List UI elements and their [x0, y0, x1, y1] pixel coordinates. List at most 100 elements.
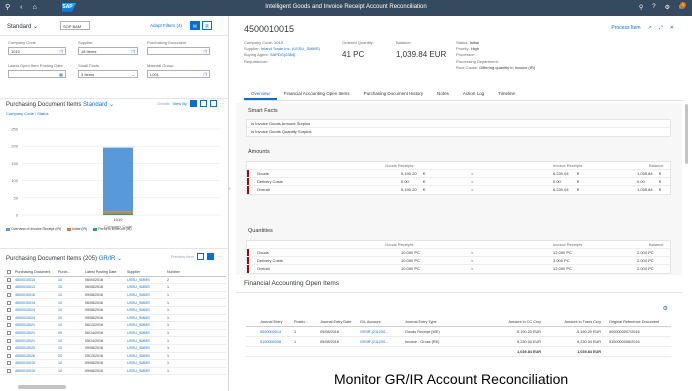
table-cell[interactable]: USSU_SMMS: [127, 301, 167, 305]
table-cell[interactable]: USSU_SMMS: [127, 323, 167, 327]
table-cell[interactable]: USSU_SMMS: [127, 339, 167, 343]
line-chart-button[interactable]: [200, 100, 207, 107]
fao-row[interactable]: 5100000008 1 09/08/2016 GR/IR (211200... Inv…: [246, 337, 671, 347]
view-by-button[interactable]: View By: [173, 101, 187, 106]
table-cell[interactable]: USSU_SMMS: [127, 369, 167, 373]
row-checkbox[interactable]: [7, 300, 11, 305]
details-link[interactable]: Details: [157, 101, 169, 106]
table-settings-gear-icon[interactable]: ⚙: [663, 305, 668, 312]
tab-timeline[interactable]: Timeline: [491, 89, 522, 100]
table-cell[interactable]: 4500010019: [15, 301, 58, 305]
legend-item[interactable]: Overview of Invoice Receipt (IR): [6, 227, 61, 231]
help-icon[interactable]: ?: [652, 4, 655, 11]
table-view-button[interactable]: [210, 100, 217, 107]
table-row[interactable]: 4500010024 20 09/08/2016 USSU_SMMS 1: [4, 315, 226, 323]
table-row[interactable]: 4500010021 20 06/14/2016 USSU_SMMS 1: [4, 330, 226, 338]
fact-value[interactable]: SAPDG(0384): [270, 52, 296, 57]
material-group-field[interactable]: L001 ❐: [147, 70, 210, 78]
table-cell[interactable]: 4500010015: [15, 278, 58, 282]
preview-item-button[interactable]: Preview Item: [171, 254, 194, 259]
row-checkbox[interactable]: [7, 315, 11, 320]
open-in-new-icon[interactable]: ↗: [648, 25, 652, 31]
column-header[interactable]: Journal Entry: [246, 320, 294, 324]
settings-button[interactable]: [207, 253, 214, 260]
table-cell[interactable]: 4500010024: [15, 308, 58, 312]
column-header[interactable]: Journal Entry Type: [405, 320, 485, 324]
column-header[interactable]: G/L Account: [360, 320, 405, 324]
bar-segment[interactable]: [103, 213, 133, 215]
table-cell[interactable]: USSU_SMMS: [127, 354, 167, 358]
close-icon[interactable]: ✕: [670, 25, 674, 31]
search-icon[interactable]: ⚲: [639, 4, 643, 11]
adapt-filters-button[interactable]: Adapt Filters (4): [150, 23, 182, 28]
row-checkbox[interactable]: [7, 369, 11, 374]
chart-variant-selector[interactable]: Standard ⌄: [83, 102, 114, 108]
row-checkbox[interactable]: [7, 293, 11, 298]
table-cell[interactable]: 4500010026: [15, 354, 58, 358]
table-cell[interactable]: USSU_SMMS: [127, 361, 167, 365]
row-checkbox[interactable]: [7, 277, 11, 282]
table-cell[interactable]: USSU_SMMS: [127, 293, 167, 297]
table-row[interactable]: 4500010015 10 06/04/2016 USSU_SMMS 2: [4, 277, 226, 285]
select-all-checkbox[interactable]: [7, 270, 11, 275]
calendar-icon[interactable]: ▦: [59, 72, 63, 77]
process-item-button[interactable]: Process Item: [611, 25, 640, 31]
purchasing-document-field[interactable]: ❐: [147, 47, 210, 55]
company-code-field[interactable]: 1010 ❐: [8, 47, 66, 55]
fullscreen-icon[interactable]: ⤢: [659, 25, 663, 31]
value-help-icon[interactable]: ❐: [203, 49, 207, 54]
table-variant-selector[interactable]: GR/IR ⌄: [99, 256, 122, 262]
column-header[interactable]: Purchasing Document: [15, 270, 58, 274]
column-header[interactable]: Original Reference Document: [601, 320, 671, 324]
posting-date-field[interactable]: ▦: [8, 70, 66, 78]
row-checkbox[interactable]: [7, 346, 11, 351]
table-cell[interactable]: 4500010025: [15, 346, 58, 350]
table-row[interactable]: 4500010021 10 05/14/2016 USSU_SMMS 1: [4, 337, 226, 345]
vertical-scrollbar[interactable]: [685, 104, 688, 164]
column-header[interactable]: Amount in CC Crcy: [485, 320, 542, 324]
fao-row[interactable]: 5000000014 1 09/08/2016 GR/IR (211200... Goo…: [246, 327, 671, 337]
row-checkbox[interactable]: [7, 353, 11, 358]
value-help-icon[interactable]: ❐: [59, 49, 63, 54]
horizontal-scrollbar[interactable]: [18, 385, 66, 389]
table-row[interactable]: 4500010026 20 05/13/2016 USSU_SMMS 1: [4, 353, 226, 361]
table-cell[interactable]: USSU_SMMS: [127, 331, 167, 335]
search-input[interactable]: SOP BAM: [60, 21, 90, 30]
sort-button[interactable]: [197, 253, 204, 260]
table-cell[interactable]: GR/IR (211200...: [360, 340, 405, 344]
table-row[interactable]: 4500010015 10 09/08/2016 USSU_SMMS 1: [4, 368, 226, 376]
row-checkbox[interactable]: [7, 338, 11, 343]
tab-purchasing-document-history[interactable]: Purchasing Document History: [357, 89, 431, 100]
row-checkbox[interactable]: [7, 331, 11, 336]
value-help-icon[interactable]: ❐: [131, 49, 135, 54]
table-cell[interactable]: 4500010021: [15, 339, 58, 343]
table-cell[interactable]: USSU_SMMS: [127, 285, 167, 289]
tab-action-log[interactable]: Action Log: [456, 89, 491, 100]
chevron-down-icon[interactable]: ⌄: [132, 72, 135, 77]
table-cell[interactable]: 4500010024: [15, 316, 58, 320]
tab-financial-accounting-open-items[interactable]: Financial Accounting Open Items: [277, 89, 357, 100]
table-cell[interactable]: 4500010021: [15, 331, 58, 335]
bar-segment[interactable]: [103, 147, 133, 212]
more-icon[interactable]: ⋯: [217, 254, 221, 259]
table-cell[interactable]: 4500010013: [15, 285, 58, 289]
table-row[interactable]: 4500010015 10 09/08/2016 USSU_SMMS 1: [4, 360, 226, 368]
table-row[interactable]: 4500010019 10 06/08/2016 USSU_SMMS 1: [4, 299, 226, 307]
table-row[interactable]: 4500010013 10 06/08/2016 USSU_SMMS 1: [4, 284, 226, 292]
collapse-panel-icon[interactable]: ›: [229, 186, 235, 196]
filter-bar-toggle-button[interactable]: ▤: [190, 21, 200, 30]
table-row[interactable]: 4500010021 10 06/13/2016 USSU_SMMS 1: [4, 322, 226, 330]
table-cell[interactable]: 4500010015: [15, 369, 58, 373]
variant-selector[interactable]: Standard ⌄: [7, 23, 38, 30]
tab-notes[interactable]: Notes: [430, 89, 456, 100]
fact-value[interactable]: 1010: [274, 40, 283, 45]
table-row[interactable]: 4500010024 10 09/08/2016 USSU_SMMS 1: [4, 307, 226, 315]
bar-segment[interactable]: [103, 211, 133, 214]
table-cell[interactable]: USSU_SMMS: [127, 346, 167, 350]
table-cell[interactable]: USSU_SMMS: [127, 308, 167, 312]
table-cell[interactable]: 4500010021: [15, 323, 58, 327]
row-checkbox[interactable]: [7, 361, 11, 366]
fact-value[interactable]: Inland Trade Inc. (USSU_SMMS): [261, 46, 320, 51]
table-cell[interactable]: 5100000008: [246, 340, 294, 344]
small-facts-field[interactable]: 3 Items ⌄: [78, 70, 138, 78]
